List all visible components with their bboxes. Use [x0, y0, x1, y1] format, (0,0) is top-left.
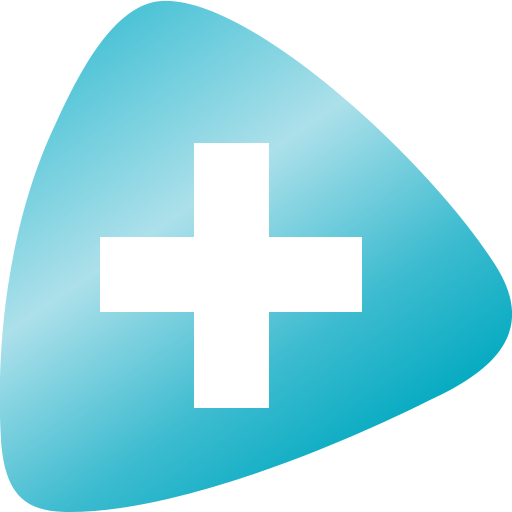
icon-canvas	[0, 0, 512, 512]
medical-app-icon	[0, 1, 512, 512]
